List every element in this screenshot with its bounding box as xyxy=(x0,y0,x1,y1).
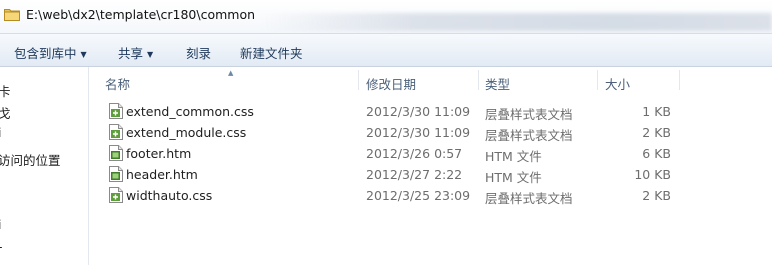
new-folder-button[interactable]: 新建文件夹 xyxy=(240,43,303,62)
file-name: footer.htm xyxy=(126,146,192,161)
include-in-library-button[interactable]: 包含到库中 ▼ xyxy=(14,43,87,62)
htm-file-icon xyxy=(109,145,123,161)
toolbar-label: 包含到库中 xyxy=(14,46,77,61)
file-size: 1 KB xyxy=(642,104,671,119)
toolbar-label: 新建文件夹 xyxy=(240,46,303,61)
nav-item[interactable]: 戈 xyxy=(0,103,11,122)
share-button[interactable]: 共享 ▼ xyxy=(118,43,153,62)
file-date: 2012/3/25 23:09 xyxy=(366,188,471,203)
file-name: extend_module.css xyxy=(126,125,247,140)
navigation-pane: 卡 戈 i 访问的位置 i - xyxy=(0,67,89,265)
toolbar-label: 刻录 xyxy=(186,46,212,61)
column-divider[interactable] xyxy=(679,70,680,90)
css-file-icon xyxy=(109,103,123,119)
sort-ascending-icon: ▲ xyxy=(228,69,234,77)
file-type: 层叠样式表文档 xyxy=(485,128,573,143)
column-header-row: ▲ 名称 修改日期 类型 大小 xyxy=(89,67,772,93)
file-name: widthauto.css xyxy=(126,188,213,203)
address-path[interactable]: E:\web\dx2\template\cr180\common xyxy=(26,7,255,22)
column-header-type[interactable]: 类型 xyxy=(485,74,510,93)
folder-icon xyxy=(4,7,20,24)
file-type: HTM 文件 xyxy=(485,149,542,164)
htm-file-icon xyxy=(109,166,123,182)
nav-item[interactable]: 卡 xyxy=(0,81,11,100)
file-date: 2012/3/30 11:09 xyxy=(366,125,471,140)
column-divider[interactable] xyxy=(597,70,598,90)
css-file-icon xyxy=(109,124,123,140)
file-date: 2012/3/26 0:57 xyxy=(366,146,463,161)
file-row[interactable]: extend_common.css 2012/3/30 11:09 层叠样式表文… xyxy=(89,101,772,122)
file-date: 2012/3/27 2:22 xyxy=(366,167,463,182)
file-name: header.htm xyxy=(126,167,198,182)
column-header-date[interactable]: 修改日期 xyxy=(366,74,416,93)
nav-item-recent-places[interactable]: 访问的位置 xyxy=(0,150,61,169)
file-row[interactable]: header.htm 2012/3/27 2:22 HTM 文件 10 KB xyxy=(89,164,772,185)
toolbar-label: 共享 xyxy=(118,46,144,61)
file-size: 2 KB xyxy=(642,188,671,203)
command-toolbar: 包含到库中 ▼ 共享 ▼ 刻录 新建文件夹 xyxy=(0,33,772,67)
address-bar-blurred-area xyxy=(260,13,772,31)
column-header-name[interactable]: 名称 xyxy=(105,74,130,93)
file-date: 2012/3/30 11:09 xyxy=(366,104,471,119)
address-bar[interactable]: E:\web\dx2\template\cr180\common xyxy=(0,0,772,33)
column-divider[interactable] xyxy=(358,70,359,90)
file-row[interactable]: extend_module.css 2012/3/30 11:09 层叠样式表文… xyxy=(89,122,772,143)
column-header-size[interactable]: 大小 xyxy=(605,74,630,93)
file-type: 层叠样式表文档 xyxy=(485,107,573,122)
nav-item[interactable]: i xyxy=(0,125,1,140)
file-row[interactable]: footer.htm 2012/3/26 0:57 HTM 文件 6 KB xyxy=(89,143,772,164)
css-file-icon xyxy=(109,187,123,203)
file-size: 10 KB xyxy=(634,167,671,182)
file-size: 6 KB xyxy=(642,146,671,161)
file-type: 层叠样式表文档 xyxy=(485,191,573,206)
file-type: HTM 文件 xyxy=(485,170,542,185)
file-size: 2 KB xyxy=(642,125,671,140)
column-divider[interactable] xyxy=(478,70,479,90)
file-name: extend_common.css xyxy=(126,104,254,119)
nav-item[interactable]: - xyxy=(0,239,3,254)
chevron-down-icon: ▼ xyxy=(80,50,87,59)
file-row[interactable]: widthauto.css 2012/3/25 23:09 层叠样式表文档 2 … xyxy=(89,185,772,206)
nav-item[interactable]: i xyxy=(0,217,1,232)
chevron-down-icon: ▼ xyxy=(147,50,154,59)
burn-button[interactable]: 刻录 xyxy=(186,43,211,62)
